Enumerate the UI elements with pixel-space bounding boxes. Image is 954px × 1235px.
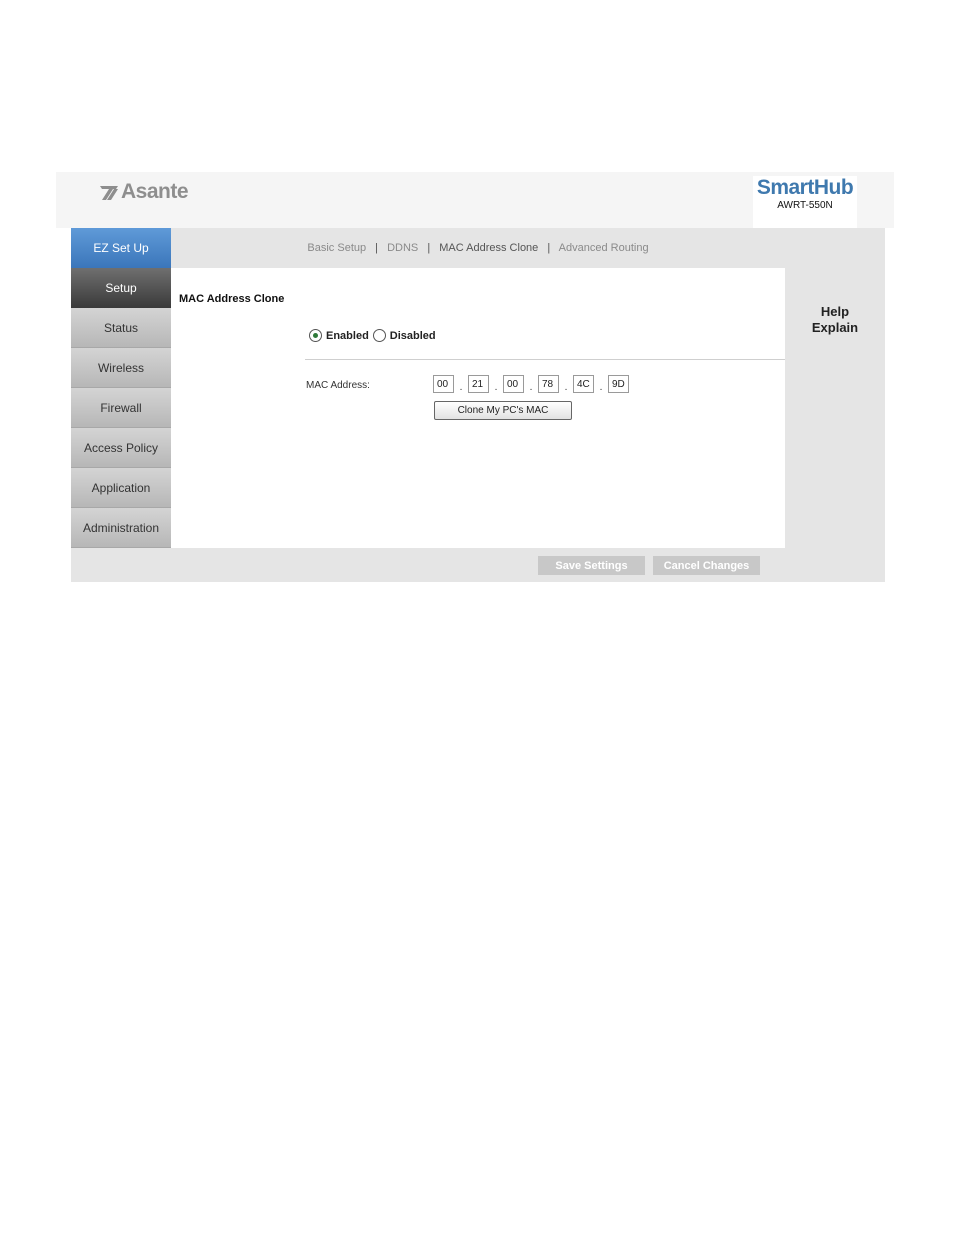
- tab-mac-address-clone[interactable]: MAC Address Clone: [439, 242, 538, 254]
- clone-my-pc-mac-button[interactable]: Clone My PC's MAC: [434, 401, 572, 420]
- disabled-radio[interactable]: [372, 329, 386, 342]
- subnav-separator: |: [375, 242, 379, 254]
- mac-address-fields: . . . . .: [433, 375, 629, 393]
- asante-logo-icon: [100, 186, 118, 200]
- mac-octet-2[interactable]: [468, 375, 489, 393]
- mac-octet-1[interactable]: [433, 375, 454, 393]
- mac-separator: .: [564, 381, 568, 393]
- sidebar-item-wireless[interactable]: Wireless: [71, 348, 171, 388]
- router-admin-frame: EZ Set Up Setup Status Wireless Firewall…: [71, 228, 885, 582]
- mac-separator: .: [529, 381, 533, 393]
- sidebar-item-setup[interactable]: Setup: [71, 268, 171, 308]
- divider: [305, 359, 785, 360]
- mac-address-label: MAC Address:: [306, 380, 370, 391]
- model-number: AWRT-550N: [777, 200, 833, 211]
- brand-name: Asante: [121, 180, 189, 203]
- tab-ddns[interactable]: DDNS: [387, 242, 418, 254]
- disabled-radio-label: Disabled: [389, 329, 436, 342]
- sidebar-item-firewall[interactable]: Firewall: [71, 388, 171, 428]
- save-settings-button[interactable]: Save Settings: [538, 556, 645, 575]
- sidebar-item-status[interactable]: Status: [71, 308, 171, 348]
- sidebar-item-administration[interactable]: Administration: [71, 508, 171, 548]
- sidebar: EZ Set Up Setup Status Wireless Firewall…: [71, 228, 171, 548]
- help-title-line-2: Explain: [811, 320, 859, 335]
- sidebar-item-access-policy[interactable]: Access Policy: [71, 428, 171, 468]
- setup-subnav: Basic Setup | DDNS | MAC Address Clone |…: [171, 228, 785, 268]
- clone-mode-radio-group: Enabled Disabled: [309, 329, 440, 342]
- subnav-separator: |: [427, 242, 431, 254]
- enabled-radio-label: Enabled: [326, 329, 369, 342]
- enabled-radio[interactable]: [309, 329, 322, 342]
- smarthub-logo: SmartHub AWRT-550N: [753, 176, 857, 233]
- product-name: SmartHub: [756, 176, 854, 199]
- sidebar-item-ez-setup[interactable]: EZ Set Up: [71, 228, 171, 268]
- content-panel: MAC Address Clone Enabled Disabled MAC A…: [171, 268, 785, 548]
- mac-separator: .: [494, 381, 498, 393]
- help-title-line-1: Help: [820, 304, 850, 319]
- help-title[interactable]: Help Explain: [785, 304, 885, 336]
- tab-basic-setup[interactable]: Basic Setup: [307, 242, 366, 254]
- mac-octet-6[interactable]: [608, 375, 629, 393]
- mac-separator: .: [599, 381, 603, 393]
- sidebar-item-application[interactable]: Application: [71, 468, 171, 508]
- help-panel: Help Explain: [785, 268, 885, 548]
- tab-advanced-routing[interactable]: Advanced Routing: [559, 242, 649, 254]
- mac-separator: .: [459, 381, 463, 393]
- mac-octet-5[interactable]: [573, 375, 594, 393]
- page-header: Asante SmartHub AWRT-550N: [56, 172, 894, 233]
- cancel-changes-button[interactable]: Cancel Changes: [653, 556, 760, 575]
- asante-logo: Asante: [100, 180, 189, 204]
- section-title: MAC Address Clone: [179, 293, 285, 305]
- mac-octet-3[interactable]: [503, 375, 524, 393]
- mac-octet-4[interactable]: [538, 375, 559, 393]
- subnav-separator: |: [547, 242, 551, 254]
